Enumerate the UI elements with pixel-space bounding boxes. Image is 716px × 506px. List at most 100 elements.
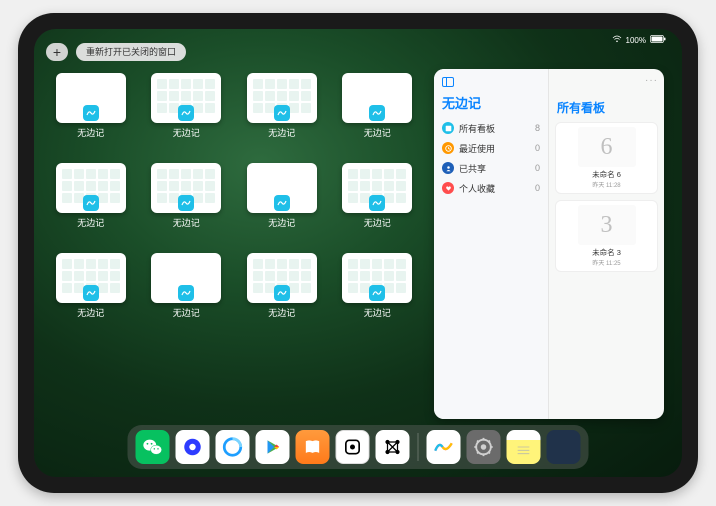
settings-icon[interactable]: [467, 430, 501, 464]
sidebar-item-all[interactable]: 所有看板 8: [442, 118, 540, 138]
content-area: 无边记无边记无边记无边记无边记无边记无边记无边记无边记无边记无边记无边记 无边记…: [52, 69, 664, 419]
thumbnail-label: 无边记: [364, 306, 391, 319]
freeform-app-icon: [274, 285, 290, 301]
freeform-app-icon: [369, 105, 385, 121]
window-thumbnail[interactable]: 无边记: [52, 73, 130, 149]
thumbnail-label: 无边记: [268, 216, 295, 229]
board-date: 昨天 11:28: [592, 180, 620, 189]
thumbnail-label: 无边记: [173, 216, 200, 229]
fav-icon: [442, 182, 454, 194]
dock-divider: [418, 433, 419, 461]
thumbnail-label: 无边记: [364, 126, 391, 139]
board-thumbnail: 3: [578, 205, 636, 245]
shared-icon: [442, 162, 454, 174]
freeform-app-icon: [83, 105, 99, 121]
thumbnail-preview: [342, 163, 412, 213]
thumbnail-label: 无边记: [173, 126, 200, 139]
sidebar-item-recent[interactable]: 最近使用 0: [442, 138, 540, 158]
board-card[interactable]: 3 未命名 3昨天 11:25: [555, 200, 658, 272]
thumbnail-preview: [247, 73, 317, 123]
panel-sidebar: 无边记 所有看板 8 最近使用 0 已共享 0 个人收藏 0: [434, 69, 549, 419]
window-thumbnail[interactable]: 无边记: [243, 163, 321, 239]
thumbnail-label: 无边记: [173, 306, 200, 319]
thumbnail-preview: [247, 253, 317, 303]
sidebar-item-fav[interactable]: 个人收藏 0: [442, 178, 540, 198]
battery-icon: [650, 35, 666, 45]
freeform-app-icon: [274, 195, 290, 211]
thumbnail-preview: [342, 73, 412, 123]
graph-icon[interactable]: [376, 430, 410, 464]
reopen-closed-window-button[interactable]: 重新打开已关闭的窗口: [76, 43, 186, 61]
quark-icon[interactable]: [176, 430, 210, 464]
thumbnail-label: 无边记: [268, 306, 295, 319]
sidebar-item-count: 0: [535, 163, 540, 173]
top-controls: + 重新打开已关闭的窗口: [46, 43, 186, 61]
app-library-icon[interactable]: [547, 430, 581, 464]
sidebar-item-shared[interactable]: 已共享 0: [442, 158, 540, 178]
freeform-panel: 无边记 所有看板8最近使用0已共享0个人收藏0 ··· 所有看板 6未命名 6昨…: [434, 69, 664, 419]
notes-icon[interactable]: [507, 430, 541, 464]
wechat-icon[interactable]: [136, 430, 170, 464]
sidebar-item-label: 所有看板: [459, 122, 495, 135]
freeform-app-icon: [178, 195, 194, 211]
thumbnail-label: 无边记: [268, 126, 295, 139]
thumbnail-label: 无边记: [77, 216, 104, 229]
thumbnail-label: 无边记: [364, 216, 391, 229]
recent-icon: [442, 142, 454, 154]
board-date: 昨天 11:25: [592, 258, 620, 267]
board-card[interactable]: 6 未命名 6昨天 11:28: [555, 122, 658, 194]
books-icon[interactable]: [296, 430, 330, 464]
thumbnail-preview: [342, 253, 412, 303]
freeform-app-icon: [83, 195, 99, 211]
play-icon[interactable]: [256, 430, 290, 464]
dock: [128, 425, 589, 469]
sidebar-item-label: 已共享: [459, 162, 486, 175]
thumbnail-preview: [247, 163, 317, 213]
window-thumbnail[interactable]: 无边记: [148, 73, 226, 149]
thumbnail-preview: [151, 73, 221, 123]
sidebar-item-count: 0: [535, 183, 540, 193]
window-thumbnail[interactable]: 无边记: [339, 163, 417, 239]
ipad-device: 100% + 重新打开已关闭的窗口 无边记无边记无边记无边记无边记无边记无边记无…: [18, 13, 698, 493]
freeform-app-icon: [83, 285, 99, 301]
thumbnail-preview: [56, 163, 126, 213]
window-thumbnail-grid: 无边记无边记无边记无边记无边记无边记无边记无边记无边记无边记无边记无边记: [52, 69, 416, 419]
freeform-app-icon: [178, 105, 194, 121]
window-thumbnail[interactable]: 无边记: [52, 253, 130, 329]
panel-title: 无边记: [442, 93, 540, 112]
thumbnail-preview: [151, 253, 221, 303]
board-thumbnail: 6: [578, 127, 636, 167]
window-thumbnail[interactable]: 无边记: [243, 253, 321, 329]
window-thumbnail[interactable]: 无边记: [339, 253, 417, 329]
thumbnail-preview: [151, 163, 221, 213]
window-thumbnail[interactable]: 无边记: [339, 73, 417, 149]
sidebar-item-label: 个人收藏: [459, 182, 495, 195]
freeform-app-icon: [369, 285, 385, 301]
board-name: 未命名 6: [592, 169, 621, 180]
qq-browser-icon[interactable]: [216, 430, 250, 464]
freeform-icon[interactable]: [427, 430, 461, 464]
window-thumbnail[interactable]: 无边记: [52, 163, 130, 239]
screen: 100% + 重新打开已关闭的窗口 无边记无边记无边记无边记无边记无边记无边记无…: [34, 29, 682, 477]
thumbnail-preview: [56, 73, 126, 123]
board-name: 未命名 3: [592, 247, 621, 258]
all-icon: [442, 122, 454, 134]
battery-label: 100%: [626, 36, 646, 45]
window-thumbnail[interactable]: 无边记: [148, 163, 226, 239]
more-icon[interactable]: ···: [555, 75, 658, 85]
freeform-app-icon: [369, 195, 385, 211]
freeform-app-icon: [178, 285, 194, 301]
sidebar-toggle-icon[interactable]: [442, 77, 454, 87]
panel-main: ··· 所有看板 6未命名 6昨天 11:283未命名 3昨天 11:25: [549, 69, 664, 419]
add-window-button[interactable]: +: [46, 43, 68, 61]
wifi-icon: [612, 35, 622, 45]
dice-icon[interactable]: [336, 430, 370, 464]
thumbnail-label: 无边记: [77, 126, 104, 139]
thumbnail-preview: [56, 253, 126, 303]
sidebar-item-label: 最近使用: [459, 142, 495, 155]
window-thumbnail[interactable]: 无边记: [148, 253, 226, 329]
window-thumbnail[interactable]: 无边记: [243, 73, 321, 149]
sidebar-item-count: 8: [535, 123, 540, 133]
sidebar-item-count: 0: [535, 143, 540, 153]
freeform-app-icon: [274, 105, 290, 121]
